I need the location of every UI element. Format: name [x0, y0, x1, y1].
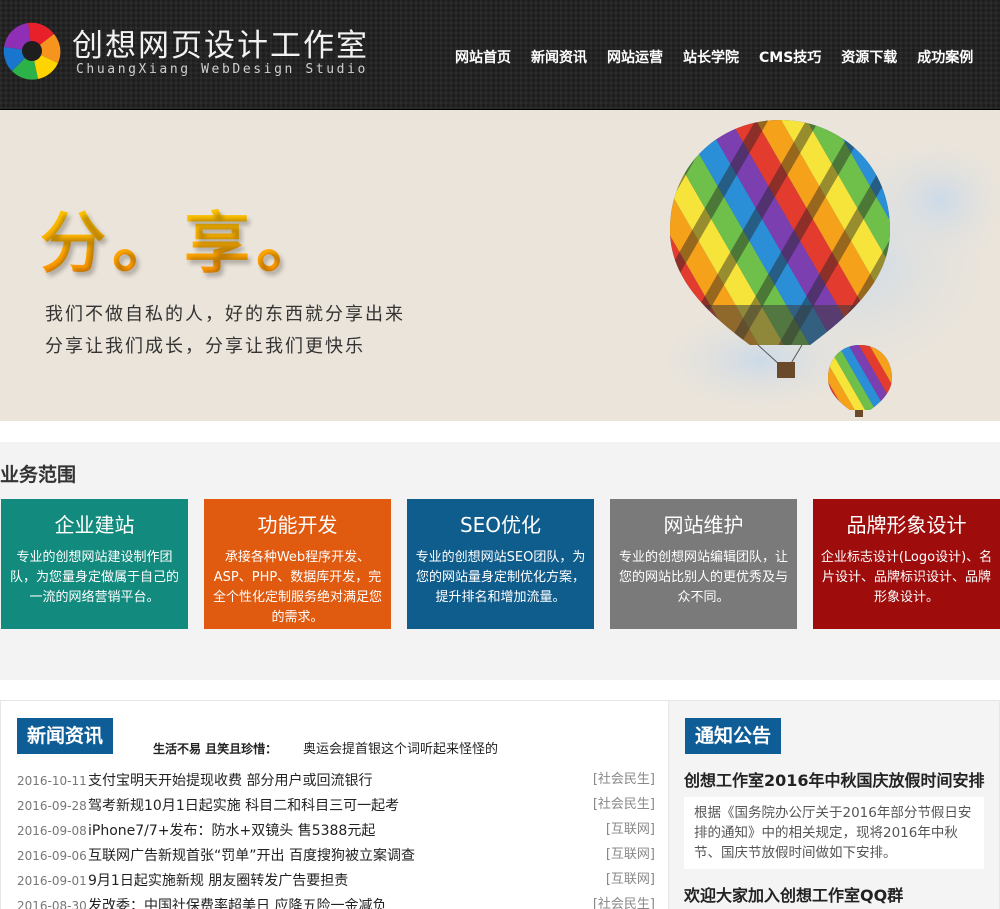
notice-heading[interactable]: 创想工作室2016年中秋国庆放假时间安排 — [684, 767, 985, 791]
news-date: 2016-09-06 — [17, 849, 87, 863]
news-date: 2016-09-08 — [17, 824, 87, 838]
news-category[interactable]: [社会民生] — [593, 767, 655, 792]
notice-title[interactable]: 通知公告 — [685, 718, 782, 754]
news-list: 2016-10-11支付宝明天开始提现收费 部分用户或回流银行 [社会民生] 20… — [17, 767, 655, 909]
service-card-title: 品牌形象设计 — [846, 513, 967, 537]
service-card-title: 功能开发 — [257, 513, 338, 537]
logo-swirl-icon[interactable] — [2, 20, 62, 80]
notice-body: 根据《国务院办公厅关于2016年部分节假日安排的通知》中的相关规定，现将2016… — [684, 797, 984, 869]
banner-line-2: 分享让我们成长，分享让我们更快乐 — [45, 336, 365, 357]
list-item[interactable]: 2016-09-08iPhone7/7+发布：防水+双镜头 售5388元起 [互联… — [17, 817, 655, 842]
service-card-desc: 专业的创想网站SEO团队，为您的网站量身定制优化方案，提升排名和增加流量。 — [415, 550, 586, 605]
site-header: 创想网页设计工作室 ChuangXiang WebDesign Studio 网… — [0, 0, 1000, 110]
nav-item-home[interactable]: 网站首页 — [445, 47, 521, 67]
news-date: 2016-08-30 — [17, 899, 87, 909]
news-title[interactable]: 新闻资讯 — [17, 718, 114, 754]
service-card-seo[interactable]: SEO优化 专业的创想网站SEO团队，为您的网站量身定制优化方案，提升排名和增加… — [407, 499, 594, 629]
news-ticker-label: 生活不易 且笑且珍惜： — [153, 742, 278, 756]
news-category[interactable]: [社会民生] — [593, 792, 655, 817]
news-category[interactable]: [互联网] — [606, 817, 655, 842]
services-section: 业务范围 企业建站 专业的创想网站建设制作团队，为您量身定做属于自己的一流的网络… — [0, 442, 1000, 680]
news-panel: 新闻资讯 生活不易 且笑且珍惜： 奥运会提首银这个词听起来怪怪的 2016-10… — [0, 701, 668, 909]
list-item[interactable]: 2016-09-28驾考新规10月1日起实施 科目二和科目三可一起考 [社会民生] — [17, 792, 655, 817]
list-item[interactable]: 2016-10-11支付宝明天开始提现收费 部分用户或回流银行 [社会民生] — [17, 767, 655, 792]
list-item[interactable]: 2016-09-019月1日起实施新规 朋友圈转发广告要担责 [互联网] — [17, 867, 655, 892]
news-section: 新闻资讯 生活不易 且笑且珍惜： 奥运会提首银这个词听起来怪怪的 2016-10… — [0, 700, 1000, 909]
news-date: 2016-10-11 — [17, 774, 87, 788]
service-card-desc: 企业标志设计(Logo设计)、名片设计、品牌标识设计、品牌形象设计。 — [820, 550, 993, 605]
service-card-maintenance[interactable]: 网站维护 专业的创想网站编辑团队，让您的网站比别人的更优秀及与众不同。 — [610, 499, 797, 629]
service-card-website[interactable]: 企业建站 专业的创想网站建设制作团队，为您量身定做属于自己的一流的网络营销平台。 — [1, 499, 188, 629]
news-date: 2016-09-28 — [17, 799, 87, 813]
news-link[interactable]: 支付宝明天开始提现收费 部分用户或回流银行 — [88, 773, 372, 789]
news-ticker-text[interactable]: 奥运会提首银这个词听起来怪怪的 — [303, 738, 498, 757]
nav-item-download[interactable]: 资源下载 — [831, 47, 907, 67]
service-card-desc: 专业的创想网站编辑团队，让您的网站比别人的更优秀及与众不同。 — [618, 550, 788, 605]
banner-line-1: 我们不做自私的人，好的东西就分享出来 — [45, 304, 405, 325]
news-link[interactable]: iPhone7/7+发布：防水+双镜头 售5388元起 — [88, 823, 375, 839]
main-nav: 网站首页 新闻资讯 网站运营 站长学院 CMS技巧 资源下载 成功案例 — [445, 47, 983, 67]
service-card-title: 企业建站 — [54, 513, 135, 537]
service-card-title: 网站维护 — [663, 513, 744, 537]
service-card-branding[interactable]: 品牌形象设计 企业标志设计(Logo设计)、名片设计、品牌标识设计、品牌形象设计… — [813, 499, 1000, 629]
notice-panel: 通知公告 创想工作室2016年中秋国庆放假时间安排 根据《国务院办公厅关于201… — [668, 701, 1000, 909]
news-link[interactable]: 9月1日起实施新规 朋友圈转发广告要担责 — [88, 873, 348, 889]
news-category[interactable]: [互联网] — [606, 842, 655, 867]
news-date: 2016-09-01 — [17, 874, 87, 888]
hot-air-balloon-image — [640, 120, 1000, 420]
news-link[interactable]: 互联网广告新规首张“罚单”开出 百度搜狗被立案调查 — [88, 848, 415, 864]
nav-item-news[interactable]: 新闻资讯 — [521, 47, 597, 67]
hero-banner: 分。享。 我们不做自私的人，好的东西就分享出来 分享让我们成长，分享让我们更快乐 — [0, 110, 1000, 421]
service-card-development[interactable]: 功能开发 承接各种Web程序开发、ASP、PHP、数据库开发，完全个性化定制服务… — [204, 499, 391, 629]
service-card-title: SEO优化 — [459, 513, 542, 537]
news-category[interactable]: [互联网] — [606, 867, 655, 892]
list-item[interactable]: 2016-09-06互联网广告新规首张“罚单”开出 百度搜狗被立案调查 [互联网] — [17, 842, 655, 867]
nav-item-operation[interactable]: 网站运营 — [597, 47, 673, 67]
nav-item-cases[interactable]: 成功案例 — [907, 47, 983, 67]
notice-heading-qq-group[interactable]: 欢迎大家加入创想工作室QQ群 — [684, 882, 903, 906]
nav-item-cms[interactable]: CMS技巧 — [749, 47, 831, 67]
site-title: 创想网页设计工作室 — [72, 28, 369, 64]
site-subtitle: ChuangXiang WebDesign Studio — [76, 62, 368, 77]
services-title: 业务范围 — [0, 464, 77, 486]
list-item[interactable]: 2016-08-30发改委：中国社保费率超美日 应降五险一金减负 [社会民生] — [17, 892, 655, 909]
nav-item-academy[interactable]: 站长学院 — [673, 47, 749, 67]
news-category[interactable]: [社会民生] — [593, 892, 655, 909]
news-link[interactable]: 发改委：中国社保费率超美日 应降五险一金减负 — [88, 898, 386, 909]
banner-headline: 分。享。 — [40, 190, 328, 286]
service-card-desc: 承接各种Web程序开发、ASP、PHP、数据库开发，完全个性化定制服务绝对满足您… — [212, 550, 382, 625]
news-link[interactable]: 驾考新规10月1日起实施 科目二和科目三可一起考 — [88, 798, 399, 814]
service-card-desc: 专业的创想网站建设制作团队，为您量身定做属于自己的一流的网络营销平台。 — [9, 550, 179, 605]
